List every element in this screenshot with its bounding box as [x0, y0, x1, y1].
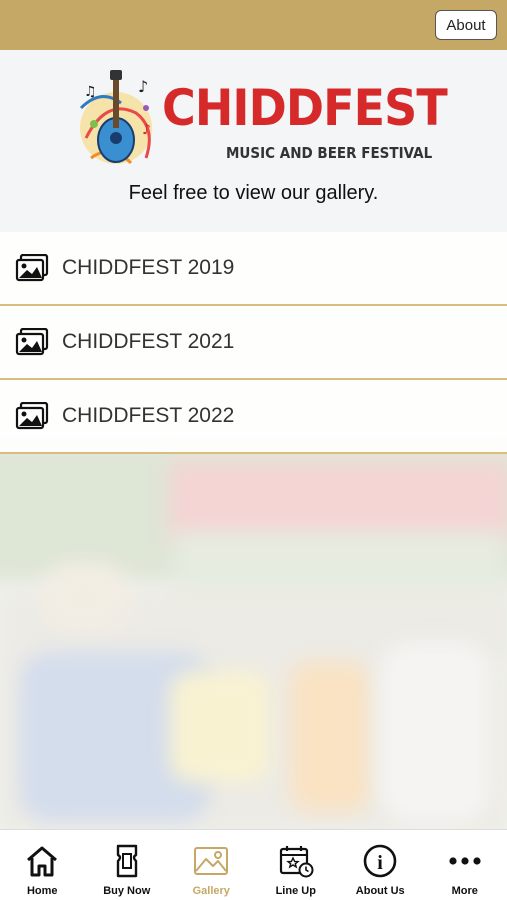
- calendar-icon: [279, 846, 314, 878]
- svg-text:♫: ♫: [84, 84, 97, 100]
- gallery-item-label: CHIDDFEST 2021: [62, 330, 235, 353]
- nav-label: More: [451, 885, 478, 897]
- logo-title: CHIDDFEST: [162, 79, 448, 137]
- nav-label: Home: [26, 885, 58, 897]
- gallery-list: CHIDDFEST 2019 CHIDDFEST 2021 CHIDDFEST …: [0, 232, 507, 454]
- guitar-art-icon: ♪ ♫ ♪: [79, 70, 152, 165]
- home-icon: [27, 846, 58, 877]
- gallery-item-label: CHIDDFEST 2019: [62, 256, 235, 279]
- nav-gallery[interactable]: Gallery: [169, 830, 254, 900]
- photos-icon: [15, 254, 49, 282]
- nav-more[interactable]: More: [423, 830, 507, 900]
- photos-icon: [15, 328, 49, 356]
- gallery-item-2022[interactable]: CHIDDFEST 2022: [0, 380, 507, 454]
- svg-text:♪: ♪: [138, 77, 148, 96]
- header: ♪ ♫ ♪ CHIDDFEST MUSIC AND BEER FESTIVAL …: [0, 50, 507, 232]
- chiddfest-logo: ♪ ♫ ♪ CHIDDFEST MUSIC AND BEER FESTIVAL: [76, 68, 448, 174]
- gallery-item-2019[interactable]: CHIDDFEST 2019: [0, 232, 507, 306]
- top-bar: About: [0, 0, 507, 50]
- svg-text:i: i: [377, 852, 383, 874]
- intro-text: Feel free to view our gallery.: [128, 182, 379, 204]
- logo-subtitle: MUSIC AND BEER FESTIVAL: [226, 144, 433, 162]
- bottom-nav: Home Buy Now Gallery Line Up i About Us …: [0, 829, 507, 900]
- nav-label: Buy Now: [103, 885, 151, 897]
- gallery-item-label: CHIDDFEST 2022: [62, 404, 235, 427]
- nav-label: About Us: [355, 885, 405, 897]
- nav-line-up[interactable]: Line Up: [254, 830, 339, 900]
- svg-text:♪: ♪: [142, 122, 151, 138]
- about-button[interactable]: About: [435, 10, 497, 40]
- more-icon: [449, 857, 481, 865]
- image-icon: [194, 847, 229, 875]
- nav-home[interactable]: Home: [0, 830, 85, 900]
- nav-buy-now[interactable]: Buy Now: [85, 830, 170, 900]
- info-icon: i: [363, 844, 397, 878]
- nav-label: Gallery: [192, 885, 230, 897]
- nav-label: Line Up: [275, 885, 316, 897]
- ticket-icon: [116, 844, 137, 878]
- nav-about-us[interactable]: i About Us: [338, 830, 423, 900]
- gallery-item-2021[interactable]: CHIDDFEST 2021: [0, 306, 507, 380]
- photos-icon: [15, 402, 49, 430]
